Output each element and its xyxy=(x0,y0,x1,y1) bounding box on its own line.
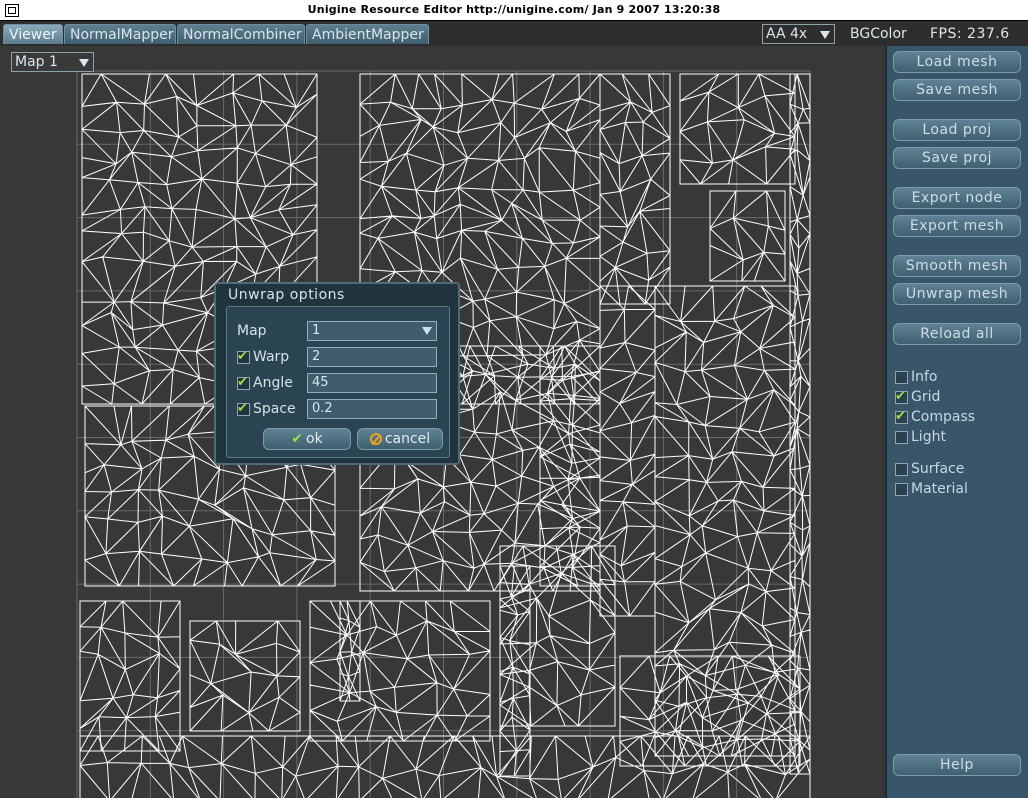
dialog-title: Unwrap options xyxy=(228,287,345,303)
uv-island xyxy=(654,285,796,757)
grid-checkbox[interactable] xyxy=(895,388,908,406)
grid-toggle[interactable]: Grid xyxy=(895,388,940,406)
angle-label: Angle xyxy=(253,375,293,391)
warp-input[interactable]: 2 xyxy=(307,347,437,367)
tab-normalmapper[interactable]: NormalMapper xyxy=(64,24,176,44)
tab-viewer[interactable]: Viewer xyxy=(3,24,63,44)
window-title: Unigine Resource Editor http://unigine.c… xyxy=(307,3,721,16)
cancel-button[interactable]: cancel xyxy=(357,428,443,450)
angle-row-label: Angle xyxy=(237,374,293,392)
warp-row-label: Warp xyxy=(237,348,289,366)
chevron-down-icon xyxy=(422,327,432,335)
warp-checkbox[interactable] xyxy=(237,348,250,366)
uv-viewport[interactable]: Map 1 Unwrap options Map 1 Warp 2 Angle … xyxy=(0,46,885,798)
space-row-label: Space xyxy=(237,400,296,418)
app-frame: Viewer NormalMapper NormalCombiner Ambie… xyxy=(0,21,1028,798)
surface-label: Surface xyxy=(911,461,965,477)
material-toggle[interactable]: Material xyxy=(895,480,968,498)
angle-input[interactable]: 45 xyxy=(307,373,437,393)
export-mesh-button[interactable]: Export mesh xyxy=(893,215,1021,237)
chevron-down-icon xyxy=(79,59,89,67)
fps-readout: FPS: 237.6 xyxy=(930,26,1010,42)
help-button[interactable]: Help xyxy=(893,754,1021,776)
uv-island xyxy=(599,73,671,305)
map-select[interactable]: Map 1 xyxy=(11,52,94,72)
warp-label: Warp xyxy=(253,349,290,365)
map-label: Map xyxy=(237,323,267,339)
load-proj-button[interactable]: Load proj xyxy=(893,119,1021,141)
light-checkbox[interactable] xyxy=(895,430,908,444)
map-select-value: Map 1 xyxy=(15,54,58,70)
chevron-down-icon xyxy=(820,31,830,39)
light-toggle[interactable]: Light xyxy=(895,428,946,446)
uv-island xyxy=(79,600,181,752)
tab-strip: Viewer NormalMapper NormalCombiner Ambie… xyxy=(0,21,1028,46)
map-dropdown[interactable]: 1 xyxy=(307,321,437,341)
info-toggle[interactable]: Info xyxy=(895,368,938,386)
tab-normalcombiner[interactable]: NormalCombiner xyxy=(177,24,305,44)
load-mesh-button[interactable]: Load mesh xyxy=(893,51,1021,73)
compass-label: Compass xyxy=(911,409,976,425)
ok-button[interactable]: ✔ ok xyxy=(263,428,351,450)
right-panel: Load mesh Save mesh Load proj Save proj … xyxy=(885,46,1028,798)
uv-island xyxy=(189,620,301,732)
surface-checkbox[interactable] xyxy=(895,462,908,476)
cancel-icon xyxy=(369,433,382,445)
ok-label: ok xyxy=(306,431,323,447)
dialog-body: Map 1 Warp 2 Angle 45 Space 0.2 xyxy=(226,306,450,458)
surface-toggle[interactable]: Surface xyxy=(895,460,964,478)
uv-island xyxy=(599,285,656,617)
bgcolor-button[interactable]: BGColor xyxy=(850,24,907,44)
save-mesh-button[interactable]: Save mesh xyxy=(893,79,1021,101)
material-checkbox[interactable] xyxy=(895,482,908,496)
uv-island xyxy=(709,190,786,282)
space-input[interactable]: 0.2 xyxy=(307,399,437,419)
export-node-button[interactable]: Export node xyxy=(893,187,1021,209)
grid-label: Grid xyxy=(911,389,941,405)
space-label: Space xyxy=(253,401,296,417)
uv-island xyxy=(539,345,601,587)
uv-island xyxy=(339,600,361,702)
smooth-mesh-button[interactable]: Smooth mesh xyxy=(893,255,1021,277)
angle-checkbox[interactable] xyxy=(237,374,250,392)
space-checkbox[interactable] xyxy=(237,400,250,418)
reload-all-button[interactable]: Reload all xyxy=(893,323,1021,345)
cancel-label: cancel xyxy=(384,431,431,447)
info-checkbox[interactable] xyxy=(895,370,908,384)
unwrap-options-dialog: Unwrap options Map 1 Warp 2 Angle 45 Spa… xyxy=(214,282,460,465)
light-label: Light xyxy=(911,429,946,445)
antialiasing-value: AA 4x xyxy=(766,26,808,42)
uv-island xyxy=(679,73,796,185)
compass-checkbox[interactable] xyxy=(895,408,908,426)
checkmark-icon: ✔ xyxy=(291,431,304,447)
antialiasing-select[interactable]: AA 4x xyxy=(762,24,835,44)
compass-toggle[interactable]: Compass xyxy=(895,408,975,426)
save-proj-button[interactable]: Save proj xyxy=(893,147,1021,169)
info-label: Info xyxy=(911,369,938,385)
uv-island xyxy=(309,600,491,742)
tab-ambientmapper[interactable]: AmbientMapper xyxy=(306,24,429,44)
map-dropdown-value: 1 xyxy=(312,323,321,338)
material-label: Material xyxy=(911,481,968,497)
window-title-bar: Unigine Resource Editor http://unigine.c… xyxy=(0,0,1028,21)
unwrap-mesh-button[interactable]: Unwrap mesh xyxy=(893,283,1021,305)
